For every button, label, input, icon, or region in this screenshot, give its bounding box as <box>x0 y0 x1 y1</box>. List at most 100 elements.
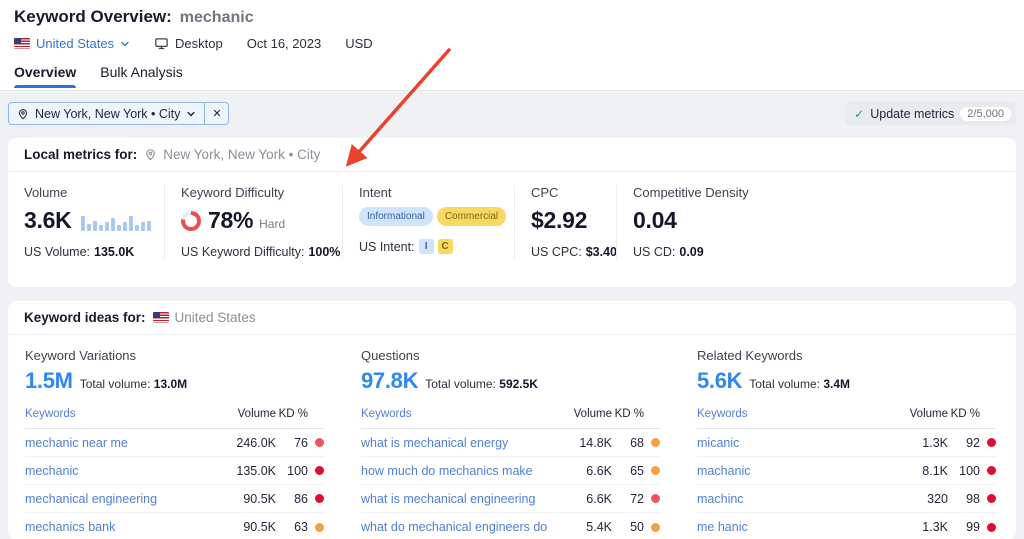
keyword-ideas-header: Keyword ideas for: United States <box>8 301 1016 335</box>
keyword-link[interactable]: what is mechanical energy <box>361 436 558 450</box>
us-kd-foot: US Keyword Difficulty:100% <box>181 245 326 259</box>
table-header: Keywords Volume KD % <box>697 408 996 429</box>
desktop-icon <box>154 36 169 51</box>
meta-row: United States Desktop Oct 16, 2023 USD <box>14 36 1010 51</box>
table-row: what is mechanical engineering 6.6K 72 <box>361 485 660 513</box>
table-row: machanic 8.1K 100 <box>697 457 996 485</box>
keyword-link[interactable]: mechanic <box>25 464 222 478</box>
cpc-metric: CPC $2.92 US CPC:$3.40 <box>514 185 616 259</box>
table-row: what is mechanical energy 14.8K 68 <box>361 429 660 457</box>
tab-bulk-analysis[interactable]: Bulk Analysis <box>100 64 182 88</box>
us-intent-foot: US Intent: I C <box>359 239 498 254</box>
cpc-value: $2.92 <box>531 207 587 234</box>
location-chip-close-icon[interactable]: ✕ <box>204 103 228 124</box>
keyword-link[interactable]: machinc <box>697 492 894 506</box>
table-header: Keywords Volume KD % <box>25 408 324 429</box>
title-row: Keyword Overview: mechanic <box>14 7 1010 27</box>
volume-header[interactable]: Volume <box>558 408 612 420</box>
keyword-link[interactable]: mechanics bank <box>25 520 222 534</box>
kd-dot <box>987 523 996 532</box>
competitive-density-metric: Competitive Density 0.04 US CD:0.09 <box>616 185 816 259</box>
volume-cell: 1.3K <box>894 520 948 534</box>
table-row: mechanic near me 246.0K 76 <box>25 429 324 457</box>
table-row: mechanic 135.0K 100 <box>25 457 324 485</box>
currency-select[interactable]: USD <box>345 36 372 51</box>
table-row: mechanical engineering 90.5K 86 <box>25 485 324 513</box>
keyword-ideas-body: Keyword Variations 1.5M Total volume: 13… <box>8 335 1016 539</box>
us-intent-badge-c: C <box>438 239 453 254</box>
volume-header[interactable]: Volume <box>894 408 948 420</box>
local-metrics-location: New York, New York • City <box>144 147 320 162</box>
kd-dot <box>987 494 996 503</box>
related-count[interactable]: 5.6K <box>697 368 742 394</box>
keyword-ideas-card: Keyword ideas for: United States Keyword… <box>8 301 1016 539</box>
location-pin-icon <box>144 148 157 161</box>
kd-header[interactable]: KD % <box>948 408 980 420</box>
related-keywords-column: Related Keywords 5.6K Total volume: 3.4M… <box>680 335 1016 539</box>
table-row: micanic 1.3K 92 <box>697 429 996 457</box>
location-chip-select[interactable]: New York, New York • City <box>9 107 204 121</box>
questions-count[interactable]: 97.8K <box>361 368 418 394</box>
volume-header[interactable]: Volume <box>222 408 276 420</box>
keyword-link[interactable]: machanic <box>697 464 894 478</box>
keyword-variations-column: Keyword Variations 1.5M Total volume: 13… <box>8 335 344 539</box>
kd-header[interactable]: KD % <box>612 408 644 420</box>
volume-cell: 246.0K <box>222 436 276 450</box>
kd-label: Keyword Difficulty <box>181 185 326 200</box>
device-select[interactable]: Desktop <box>154 36 223 51</box>
keyword-link[interactable]: micanic <box>697 436 894 450</box>
tab-overview[interactable]: Overview <box>14 64 76 88</box>
update-metrics-button[interactable]: ✓ Update metrics 2/5,000 <box>845 102 1016 125</box>
tab-bar: Overview Bulk Analysis <box>14 64 1010 88</box>
keyword-link[interactable]: mechanic near me <box>25 436 222 450</box>
cd-value: 0.04 <box>633 207 677 234</box>
keywords-header[interactable]: Keywords <box>25 408 222 420</box>
variations-count[interactable]: 1.5M <box>25 368 73 394</box>
table-row: mechanics bank 90.5K 63 <box>25 513 324 539</box>
table-row: what do mechanical engineers do 5.4K 50 <box>361 513 660 539</box>
location-chip: New York, New York • City ✕ <box>8 102 229 125</box>
kd-severity: Hard <box>259 217 285 234</box>
variations-total: Total volume: 13.0M <box>80 377 187 391</box>
us-volume-foot: US Volume:135.0K <box>24 245 148 259</box>
keyword-link[interactable]: what do mechanical engineers do <box>361 520 558 534</box>
keyword-link[interactable]: how much do mechanics make <box>361 464 558 478</box>
location-chip-label: New York, New York • City <box>35 107 180 121</box>
kd-dot <box>651 466 660 475</box>
us-cd-foot: US CD:0.09 <box>633 245 800 259</box>
date-select[interactable]: Oct 16, 2023 <box>247 36 321 51</box>
volume-cell: 6.6K <box>558 492 612 506</box>
kd-donut-gauge <box>181 211 201 231</box>
database-select[interactable]: United States <box>14 36 130 51</box>
keyword-link[interactable]: me hanic <box>697 520 894 534</box>
us-flag-icon <box>14 38 30 49</box>
kd-header[interactable]: KD % <box>276 408 308 420</box>
keywords-header[interactable]: Keywords <box>697 408 894 420</box>
local-metrics-card: Local metrics for: New York, New York • … <box>8 138 1016 287</box>
check-icon: ✓ <box>854 107 864 121</box>
intent-metric: Intent Informational Commercial US Inten… <box>342 185 514 259</box>
database-label: United States <box>36 36 114 51</box>
table-row: machinc 320 98 <box>697 485 996 513</box>
volume-cell: 90.5K <box>222 520 276 534</box>
kd-value: 78% <box>208 207 253 234</box>
keyword-link[interactable]: mechanical engineering <box>25 492 222 506</box>
volume-cell: 90.5K <box>222 492 276 506</box>
volume-value: 3.6K <box>24 207 71 234</box>
keyword-overview-page: Keyword Overview: mechanic United States… <box>0 0 1024 539</box>
kd-dot <box>315 523 324 532</box>
volume-trend-sparkline <box>81 211 151 231</box>
volume-cell: 320 <box>894 492 948 506</box>
related-total: Total volume: 3.4M <box>749 377 850 391</box>
cpc-label: CPC <box>531 185 600 200</box>
metrics-row: Volume 3.6K US Volume:135.0K Keyword Dif… <box>8 172 1016 259</box>
volume-cell: 5.4K <box>558 520 612 534</box>
column-title: Keyword Variations <box>25 348 324 363</box>
local-metrics-title: Local metrics for: <box>24 147 137 162</box>
device-label: Desktop <box>175 36 223 51</box>
column-title: Related Keywords <box>697 348 996 363</box>
keyword-link[interactable]: what is mechanical engineering <box>361 492 558 506</box>
volume-cell: 14.8K <box>558 436 612 450</box>
keywords-header[interactable]: Keywords <box>361 408 558 420</box>
update-metrics-label: Update metrics <box>870 107 954 121</box>
